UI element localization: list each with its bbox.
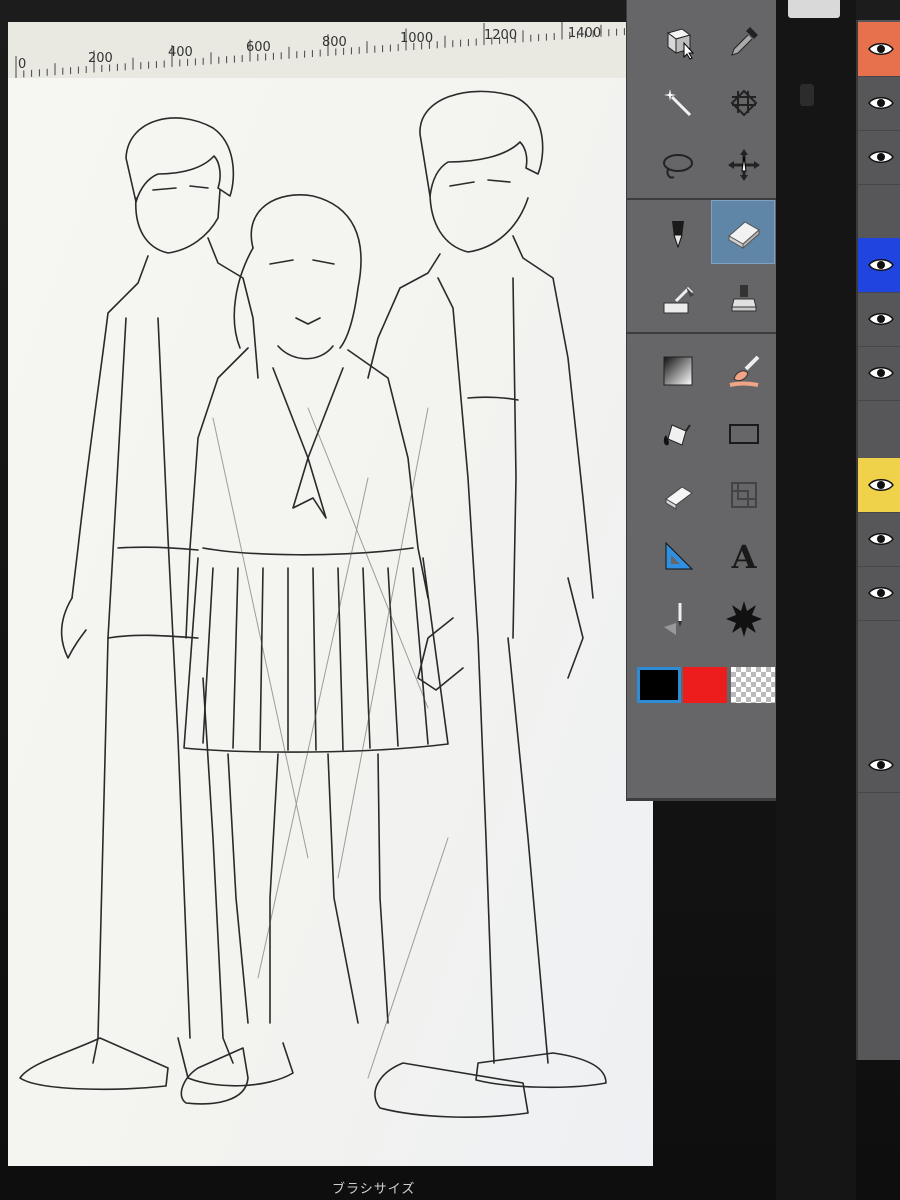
ruler-label-600: 600 [246,40,271,55]
eye-icon[interactable] [868,41,894,57]
eyedropper-icon [731,27,758,56]
sketch-figure-left [19,117,294,1091]
transparent-color-swatch[interactable] [731,667,775,703]
horizontal-ruler: 0 200 400 600 800 1000 1200 1400 [8,22,632,79]
magic-wand-icon [664,89,692,117]
blend-brush-tool[interactable] [711,340,777,402]
construction-lines [212,407,449,1079]
fill-bucket-tool[interactable] [645,402,711,464]
ruler-label-400: 400 [168,45,193,60]
panel-gutter [776,0,856,1200]
ruler-label-1400: 1400 [568,26,601,41]
ruler-label-0: 0 [18,57,26,72]
text-tool[interactable]: A [711,526,777,588]
line-art-illustration [19,90,607,1118]
lasso-icon [663,154,693,179]
block-eraser-icon [665,486,693,510]
stamp-icon [731,285,757,312]
tool-palette: A [626,0,777,801]
move-layer-tool[interactable] [711,134,777,196]
layer-row-6[interactable] [858,346,900,401]
flash-effect-icon [726,601,762,637]
eye-icon[interactable] [868,477,894,493]
ruler-label-200: 200 [88,51,113,66]
speech-balloon-pen-tool[interactable] [645,588,711,650]
selection-pen-icon [730,89,758,117]
ruler-scale: 0 200 400 600 800 1000 1200 1400 [15,22,625,78]
object-select-tool[interactable] [645,10,711,72]
layer-row-1[interactable] [858,22,900,77]
decoration-icon [663,286,694,314]
secondary-color-swatch[interactable] [683,667,727,703]
layer-row-4[interactable] [858,238,900,293]
panel-tab[interactable] [788,0,840,18]
ruler-label-1000: 1000 [400,31,433,46]
rectangle-tool[interactable] [711,402,777,464]
move-layer-icon [728,149,760,181]
ruler-label-800: 800 [322,35,347,50]
brush-size-label: ブラシサイズ [332,1182,416,1197]
pen-icon [672,221,684,249]
eye-icon[interactable] [868,531,894,547]
gradient-tool[interactable] [645,340,711,402]
lasso-tool[interactable] [645,134,711,196]
eye-icon[interactable] [868,95,894,111]
layer-row-2[interactable] [858,76,900,131]
decoration-tool[interactable] [645,268,711,330]
eye-icon[interactable] [868,365,894,381]
eyedropper-tool[interactable] [711,10,777,72]
ruler-label-1200: 1200 [484,28,517,43]
layer-row-10[interactable] [858,738,900,793]
eye-icon[interactable] [868,585,894,601]
layer-row-3[interactable] [858,130,900,185]
ruler-triangle-icon [665,541,694,570]
flash-effect-tool[interactable] [711,588,777,650]
stamp-tool[interactable] [711,268,777,330]
blend-brush-icon [729,355,760,387]
object-select-icon [666,28,695,60]
sketch-figure-right [367,90,607,1118]
frame-border-icon [731,482,757,508]
layer-row-5[interactable] [858,292,900,347]
fill-bucket-icon [663,424,691,446]
text-icon: A [731,538,757,576]
selection-pen-tool[interactable] [711,72,777,134]
layer-row-8[interactable] [858,512,900,567]
primary-color-swatch[interactable] [637,667,681,703]
drawing-canvas[interactable] [8,78,653,1166]
rectangle-icon [729,424,759,444]
layer-panel [856,20,900,1060]
block-eraser-tool[interactable] [645,464,711,526]
magic-wand-tool[interactable] [645,72,711,134]
eye-icon[interactable] [868,311,894,327]
speech-balloon-pen-icon [664,603,682,635]
sketch-figure-middle [180,194,449,1105]
panel-scroll-handle[interactable] [800,84,814,106]
eye-icon[interactable] [868,757,894,773]
eye-icon[interactable] [868,257,894,273]
eye-icon[interactable] [868,149,894,165]
frame-border-tool[interactable] [711,464,777,526]
eraser-icon [728,221,760,250]
ruler-triangle-tool[interactable] [645,526,711,588]
layer-row-7[interactable] [858,458,900,513]
gradient-icon [663,356,693,386]
eraser-tool[interactable] [711,200,775,264]
layer-row-9[interactable] [858,566,900,621]
pen-tool[interactable] [645,204,711,266]
